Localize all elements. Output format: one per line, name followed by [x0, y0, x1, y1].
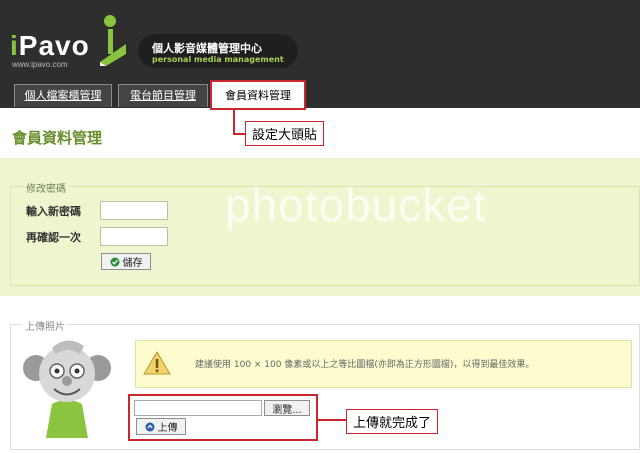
avatar-callout: 設定大頭貼 [245, 121, 325, 146]
warning-icon [143, 351, 171, 375]
tab-highlight-box [210, 80, 306, 110]
upload-warning-text: 建議使用 100 × 100 像素或以上之等比圖檔(亦即為正方形圖檔)，以得到最… [195, 360, 535, 370]
logo-figure-icon [100, 15, 126, 66]
password-legend: 修改密碼 [24, 180, 68, 195]
tab-label: 電台節目管理 [130, 89, 196, 102]
new-password-input[interactable] [100, 201, 168, 220]
header-subtitle: personal media management [152, 55, 284, 64]
confirm-password-label: 再確認一次 [26, 231, 81, 244]
logo-url: www.ipavo.com [12, 60, 68, 69]
upload-callout: 上傳就完成了 [346, 409, 439, 434]
callout-connector [233, 110, 235, 134]
ipavo-logo[interactable]: iPavo [10, 30, 90, 62]
upload-legend: 上傳照片 [22, 318, 68, 333]
save-button-label: 儲存 [122, 258, 143, 269]
save-icon [110, 257, 119, 266]
upload-highlight-box [128, 394, 318, 441]
default-avatar-clown [23, 340, 111, 438]
callout-connector [318, 419, 346, 421]
save-button[interactable]: 儲存 [101, 253, 151, 270]
page-title: 會員資料管理 [12, 129, 103, 147]
header-title: 個人影音媒體管理中心 [152, 42, 262, 55]
tab-file-cabinet[interactable]: 個人檔案櫃管理 [14, 84, 112, 107]
new-password-label: 輸入新密碼 [26, 205, 81, 218]
logo-text: iPavo [10, 30, 90, 61]
tab-radio-programs[interactable]: 電台節目管理 [118, 84, 208, 107]
callout-connector [233, 133, 245, 135]
tab-label: 個人檔案櫃管理 [24, 89, 102, 102]
confirm-password-input[interactable] [100, 227, 168, 246]
